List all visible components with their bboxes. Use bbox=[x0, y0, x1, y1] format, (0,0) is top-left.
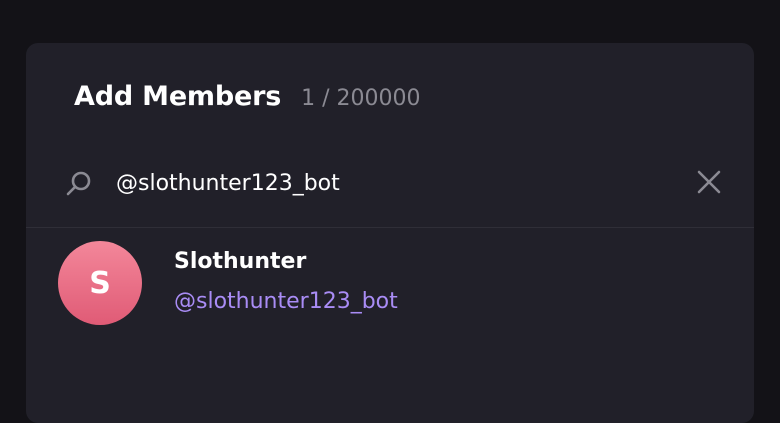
search-input[interactable] bbox=[116, 165, 676, 201]
search-result-item[interactable]: S Slothunter @slothunter123_bot bbox=[26, 229, 754, 339]
member-count: 1 / 200000 bbox=[301, 86, 421, 111]
add-members-dialog: Add Members 1 / 200000 S Slothunter @slo… bbox=[26, 43, 754, 423]
avatar: S bbox=[58, 241, 142, 325]
close-icon bbox=[696, 169, 722, 199]
search-bar bbox=[26, 155, 754, 227]
result-name: Slothunter bbox=[174, 249, 307, 274]
search-icon bbox=[64, 169, 94, 199]
dialog-title: Add Members bbox=[74, 81, 282, 112]
dialog-header: Add Members 1 / 200000 bbox=[74, 81, 420, 125]
divider bbox=[26, 227, 754, 228]
clear-search-button[interactable] bbox=[692, 167, 726, 201]
result-username: @slothunter123_bot bbox=[174, 289, 398, 314]
